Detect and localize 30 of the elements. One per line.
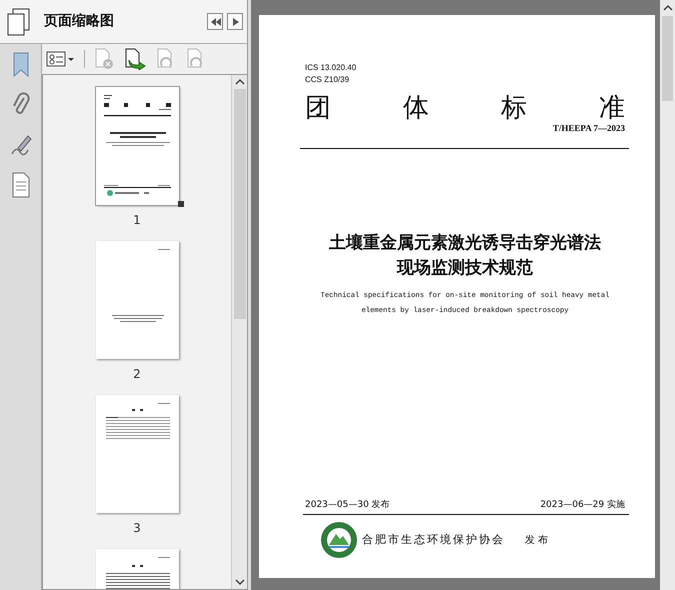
standard-number: T/HEEPA 7—2023: [552, 122, 625, 135]
panel-title: 页面缩略图: [44, 12, 114, 31]
heading-character: 体: [403, 94, 429, 122]
page-thumbnail[interactable]: [96, 395, 178, 513]
publisher-name: 合肥市生态环境保护协会: [362, 532, 505, 548]
heading-character: 准: [599, 94, 625, 122]
page-number: 1: [133, 212, 141, 229]
bookmark-icon[interactable]: [10, 52, 30, 78]
classification-code: CCS Z10/39: [305, 74, 350, 86]
emblem-icon: [320, 521, 358, 559]
insert-page-icon[interactable]: [123, 48, 147, 70]
classification-code: ICS 13.020.40: [305, 62, 358, 74]
double-left-arrow-icon: [209, 16, 221, 28]
collapse-panel-button[interactable]: [207, 13, 223, 30]
page-number: 3: [133, 520, 141, 537]
scrollbar-thumb[interactable]: [662, 16, 673, 101]
page-number: 2: [133, 366, 141, 383]
publish-label: 发 布: [525, 534, 548, 548]
heading-character: 标: [501, 94, 527, 122]
scrollbar-thumb[interactable]: [234, 89, 246, 319]
page-thumbnail[interactable]: [96, 87, 178, 205]
document-title: 土壤重金属元素激光诱导击穿光谱法 现场监测技术规范: [328, 232, 602, 280]
options-icon[interactable]: [46, 50, 76, 68]
expand-panel-button[interactable]: [227, 13, 243, 30]
issue-date: 2023—05—30 发布: [305, 498, 390, 512]
heading-character: 团: [305, 94, 331, 122]
pages-icon: [6, 8, 32, 36]
page-thumbnail[interactable]: [96, 241, 178, 359]
document-icon[interactable]: [10, 172, 30, 198]
effective-date: 2023—06—29 实施: [540, 498, 625, 512]
